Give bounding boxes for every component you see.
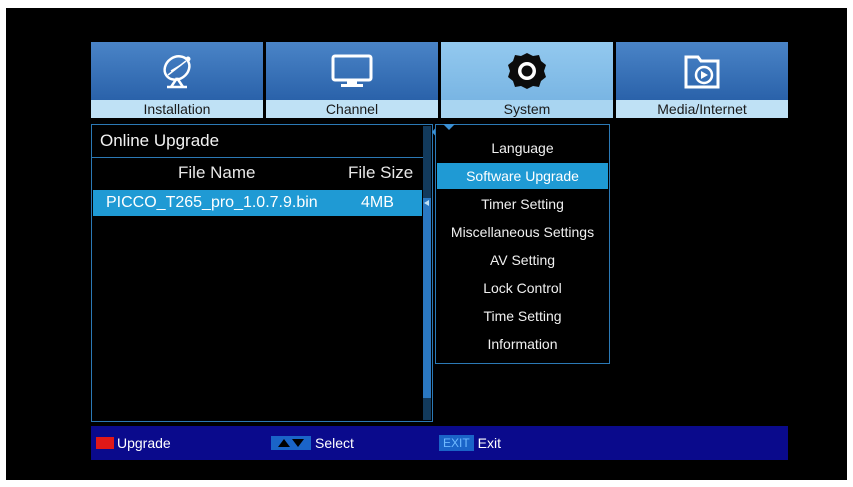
tv-screen: Installation Channel System Media/Intern…: [6, 8, 847, 480]
system-menu: Language Software Upgrade Timer Setting …: [435, 124, 610, 364]
scrollbar[interactable]: [423, 126, 431, 420]
column-header-file-size: File Size: [348, 163, 414, 182]
tab-system-label: System: [441, 100, 613, 118]
scroll-arrow-icon: [424, 200, 429, 206]
menu-item-miscellaneous-settings[interactable]: Miscellaneous Settings: [437, 219, 608, 245]
tab-system[interactable]: System: [441, 42, 613, 126]
divider: [92, 157, 430, 158]
scrollbar-thumb[interactable]: [423, 198, 431, 398]
tab-channel[interactable]: Channel: [266, 42, 438, 126]
menu-item-timer-setting[interactable]: Timer Setting: [437, 191, 608, 217]
menu-item-language[interactable]: Language: [437, 135, 608, 161]
menu-item-lock-control[interactable]: Lock Control: [437, 275, 608, 301]
select-hint-label: Select: [315, 435, 354, 451]
gear-icon: [441, 42, 613, 100]
column-header-file-name: File Name: [178, 163, 256, 182]
menu-item-information[interactable]: Information: [437, 331, 608, 357]
menu-item-software-upgrade[interactable]: Software Upgrade: [437, 163, 608, 189]
tab-channel-label: Channel: [266, 100, 438, 118]
menu-item-time-setting[interactable]: Time Setting: [437, 303, 608, 329]
up-down-arrows-icon: [271, 436, 311, 450]
file-size-cell: 4MB: [361, 194, 394, 211]
online-upgrade-panel: Online Upgrade File Name File Size PICCO…: [91, 124, 433, 422]
exit-hint-label: Exit: [477, 435, 502, 451]
menu-item-av-setting[interactable]: AV Setting: [437, 247, 608, 273]
tab-installation-label: Installation: [91, 100, 263, 118]
red-key-icon: [96, 437, 114, 449]
satellite-dish-icon: [91, 42, 263, 100]
upgrade-hint[interactable]: Upgrade: [96, 426, 171, 460]
file-name-cell: PICCO_T265_pro_1.0.7.9.bin: [106, 194, 318, 211]
tab-installation[interactable]: Installation: [91, 42, 263, 126]
media-folder-icon: [616, 42, 788, 100]
main-menu-tabs: Installation Channel System Media/Intern…: [91, 42, 788, 126]
menu-pointer-down-icon: [443, 124, 455, 130]
tv-icon: [266, 42, 438, 100]
tab-media-internet[interactable]: Media/Internet: [616, 42, 788, 126]
footer-help-bar: Upgrade Select EXIT Exit: [91, 426, 788, 460]
tab-media-internet-label: Media/Internet: [616, 100, 788, 118]
exit-hint[interactable]: EXIT Exit: [439, 426, 501, 460]
exit-key-badge: EXIT: [439, 435, 474, 451]
upgrade-hint-label: Upgrade: [117, 435, 171, 451]
panel-title: Online Upgrade: [100, 131, 220, 150]
select-hint[interactable]: Select: [271, 426, 354, 460]
file-row[interactable]: PICCO_T265_pro_1.0.7.9.bin 4MB: [93, 190, 422, 216]
